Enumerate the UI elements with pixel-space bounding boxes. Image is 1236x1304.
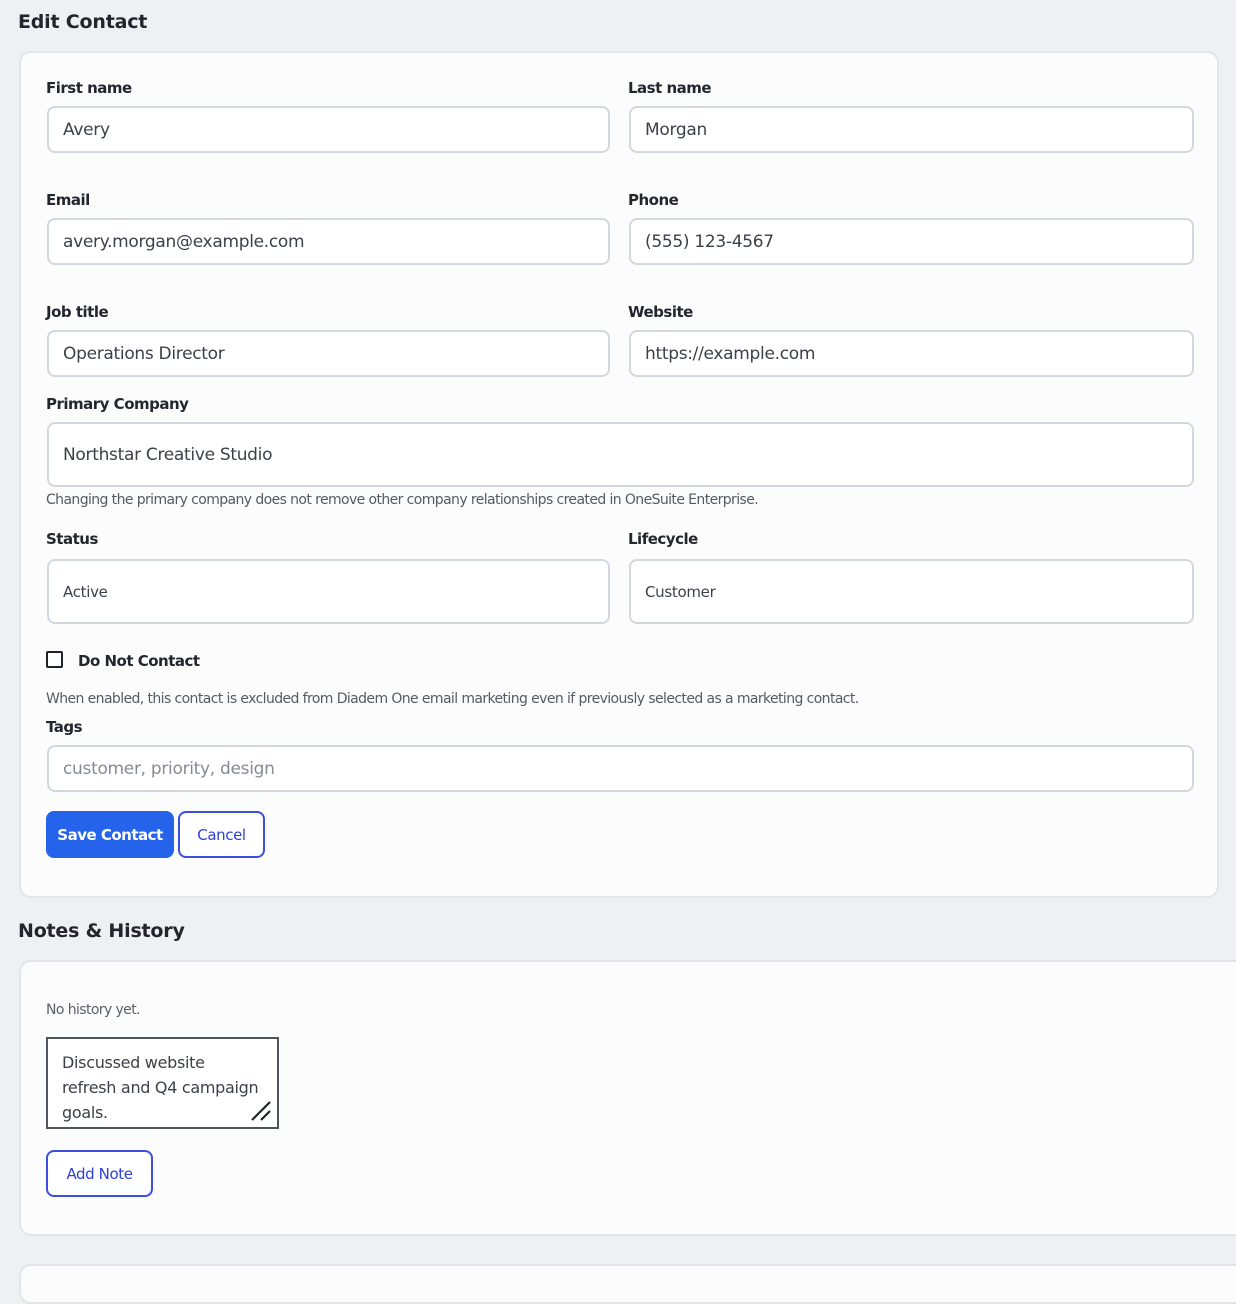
cancel-button[interactable]: Cancel <box>178 811 265 858</box>
note-textarea[interactable]: Discussed website refresh and Q4 campaig… <box>46 1037 279 1129</box>
add-note-button[interactable]: Add Note <box>46 1150 153 1197</box>
phone-input[interactable]: (555) 123-4567 <box>629 218 1194 265</box>
email-label: Email <box>46 191 90 209</box>
first-name-label: First name <box>46 79 132 97</box>
website-label: Website <box>628 303 693 321</box>
no-history-text: No history yet. <box>46 1002 141 1018</box>
last-name-label: Last name <box>628 79 712 97</box>
resize-handle-icon[interactable] <box>248 1098 274 1124</box>
tags-input[interactable]: customer, priority, design <box>47 745 1194 792</box>
primary-company-label: Primary Company <box>46 395 189 413</box>
do-not-contact-checkbox[interactable] <box>46 651 63 668</box>
do-not-contact-help: When enabled, this contact is excluded f… <box>46 691 859 707</box>
status-label: Status <box>46 530 98 548</box>
save-contact-button[interactable]: Save Contact <box>46 811 174 858</box>
notes-history-title: Notes & History <box>18 920 185 942</box>
next-section-card <box>19 1264 1236 1304</box>
first-name-input[interactable]: Avery <box>47 106 610 153</box>
primary-company-help: Changing the primary company does not re… <box>46 492 759 508</box>
do-not-contact-label: Do Not Contact <box>78 652 200 670</box>
phone-label: Phone <box>628 191 679 209</box>
status-select[interactable]: Active <box>47 559 610 624</box>
primary-company-input[interactable]: Northstar Creative Studio <box>47 422 1194 487</box>
email-input[interactable]: avery.morgan@example.com <box>47 218 610 265</box>
job-title-input[interactable]: Operations Director <box>47 330 610 377</box>
edit-contact-title: Edit Contact <box>18 11 148 33</box>
lifecycle-label: Lifecycle <box>628 530 698 548</box>
job-title-label: Job title <box>46 303 109 321</box>
tags-label: Tags <box>46 718 83 736</box>
last-name-input[interactable]: Morgan <box>629 106 1194 153</box>
website-input[interactable]: https://example.com <box>629 330 1194 377</box>
note-text: Discussed website refresh and Q4 campaig… <box>62 1053 259 1122</box>
lifecycle-select[interactable]: Customer <box>629 559 1194 624</box>
